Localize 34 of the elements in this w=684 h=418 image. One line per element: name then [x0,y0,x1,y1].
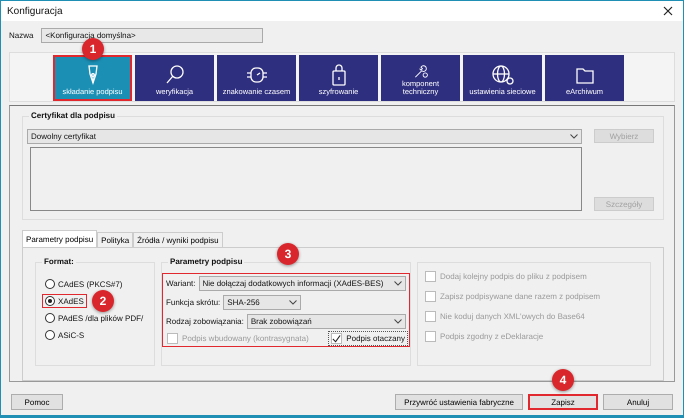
chevron-down-icon [289,300,298,305]
group-title: Certyfikat dla podpisu [29,111,118,120]
step-badge: 2 [92,290,114,312]
group-title: Format: [42,257,76,266]
help-button[interactable]: Pomoc [11,394,63,410]
dropdown[interactable]: Nie dołączaj dodatkowych informacji (XAdES-BES) [198,276,406,291]
tab[interactable]: Polityka [97,232,134,247]
chevron-down-icon [570,134,578,139]
radio-option[interactable]: PAdES /dla plików PDF/ [42,311,146,325]
tab[interactable]: Źródła / wyniki podpisu [133,232,223,247]
step-badge: 3 [277,243,299,265]
checkbox-option[interactable]: Podpis otaczany [330,333,406,344]
window-title: Konfiguracja [7,6,63,16]
name-label: Nazwa [9,31,34,40]
step-badge: 4 [552,369,574,391]
globe-gear-icon [490,63,516,87]
field-label: Wariant: [166,279,196,288]
chevron-down-icon [394,319,402,324]
dropdown[interactable]: Brak zobowiązań [246,314,406,329]
group-title: Parametry podpisu [168,257,244,266]
field-label: Rodzaj zobowiązania: [166,317,244,326]
certificate-dropdown[interactable]: Dowolny certyfikat [27,129,582,144]
chevron-down-icon [394,281,402,286]
name-field[interactable]: <Konfiguracja domyślna> [41,28,264,43]
save-button[interactable]: Zapisz [528,394,598,410]
tab[interactable]: Parametry podpisu [22,230,98,247]
reset-button[interactable]: Przywróć ustawienia fabryczne [395,394,523,410]
radio-option[interactable]: ASiC-S [42,328,88,342]
cancel-button[interactable]: Anuluj [603,394,673,410]
field-label: Funkcja skrótu: [166,298,220,307]
dropdown[interactable]: SHA-256 [223,295,302,310]
radio-option[interactable]: CAdES (PKCS#7) [42,277,126,291]
radio-option[interactable]: XAdES [42,294,87,308]
close-icon[interactable] [663,6,673,16]
